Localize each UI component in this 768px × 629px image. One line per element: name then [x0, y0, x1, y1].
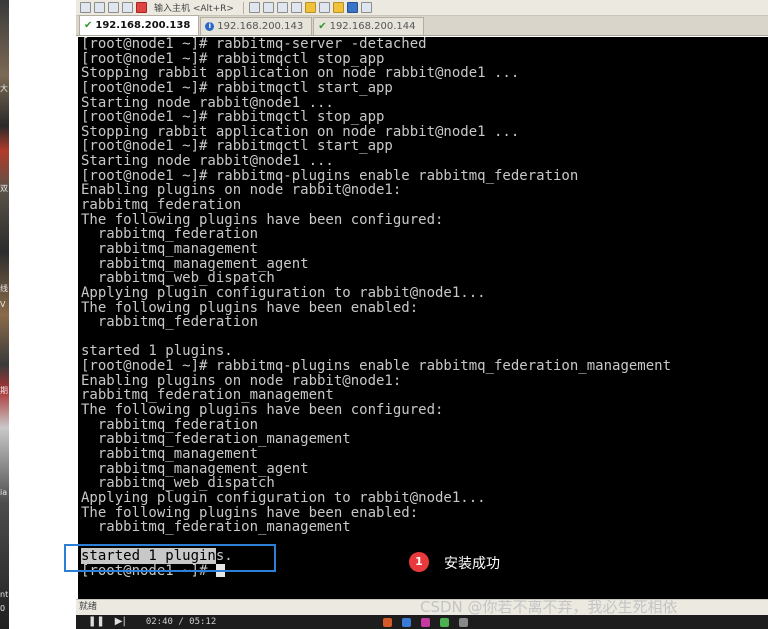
tab-session-2[interactable]: i 192.168.200.143	[200, 17, 313, 35]
terminal-line: Starting node rabbit@node1 ...	[81, 153, 334, 170]
info-icon: i	[205, 22, 215, 31]
desktop-glyph: V	[0, 300, 6, 309]
terminal-line: [root@node1 ~]# rabbitmqctl stop_app	[81, 50, 385, 67]
terminal-line: Enabling plugins on node rabbit@node1:	[81, 372, 402, 389]
terminal-line: rabbitmq_management_agent	[81, 255, 309, 272]
status-text: 就绪	[79, 602, 98, 612]
desktop-glyph: nt	[0, 590, 9, 599]
terminal-line: [root@node1 ~]# rabbitmq-plugins enable …	[81, 167, 579, 184]
terminal-lines: [root@node1 ~]# rabbitmq-server -detache…	[81, 37, 768, 549]
terminal-line: [root@node1 ~]# rabbitmq-server -detache…	[81, 37, 427, 52]
terminal-line: rabbitmq_management_agent	[81, 460, 309, 477]
session-tabs: ✔ 192.168.200.138 i 192.168.200.143 ✔ 19…	[76, 15, 768, 36]
help-icon[interactable]	[346, 2, 358, 13]
desktop-glyph: 大	[0, 84, 8, 93]
desktop-glyph: 0	[0, 604, 6, 613]
tools-icon[interactable]	[318, 2, 330, 13]
terminal-line: rabbitmq_web_dispatch	[81, 270, 275, 287]
tab-label: 192.168.200.143	[217, 21, 304, 32]
annotation-number-badge: 1	[409, 552, 429, 572]
terminal-line: Applying plugin configuration to rabbit@…	[81, 489, 486, 506]
terminal-line: rabbitmq_web_dispatch	[81, 475, 275, 492]
toolbar-separator	[242, 1, 244, 14]
app-icon[interactable]	[402, 617, 411, 627]
terminal-line: [root@node1 ~]# rabbitmq-plugins enable …	[81, 358, 672, 375]
terminal-line: rabbitmq_federation	[81, 197, 242, 214]
host-input[interactable]: 输入主机 <Alt+R>	[150, 1, 238, 14]
print-icon[interactable]	[290, 2, 302, 13]
terminal-line: [root@node1 ~]# rabbitmqctl start_app	[81, 138, 393, 155]
highlight-box	[64, 544, 276, 572]
tab-session-1[interactable]: ✔ 192.168.200.138	[79, 15, 200, 35]
key-icon[interactable]	[332, 2, 344, 13]
desktop-glyph: 线	[0, 284, 8, 293]
terminal-output[interactable]: [root@node1 ~]# rabbitmq-server -detache…	[78, 37, 768, 599]
terminal-line: rabbitmq_management	[81, 445, 259, 462]
tab-label: 192.168.200.144	[329, 21, 416, 32]
tab-session-3[interactable]: ✔ 192.168.200.144	[313, 17, 425, 35]
toolbar: 输入主机 <Alt+R>	[76, 0, 768, 16]
terminal-line: [root@node1 ~]# rabbitmqctl start_app	[81, 79, 393, 96]
terminal-line: [root@node1 ~]# rabbitmqctl stop_app	[81, 109, 385, 126]
terminal-line: The following plugins have been configur…	[81, 402, 444, 419]
terminal-line: The following plugins have been enabled:	[81, 504, 419, 521]
playback-time: 02:40 / 05:12	[145, 617, 217, 627]
terminal-line: Stopping rabbit application on node rabb…	[81, 123, 520, 140]
tab-label: 192.168.200.138	[95, 20, 191, 31]
duplicate-icon[interactable]	[122, 2, 133, 13]
terminal-line: rabbitmq_federation_management	[81, 519, 351, 536]
desktop-glyph: ia	[0, 488, 8, 497]
terminal-line: rabbitmq_federation_management	[81, 431, 351, 448]
new-session-icon[interactable]	[80, 2, 91, 13]
app-icon[interactable]	[383, 617, 392, 627]
desktop-glyph: 期	[0, 386, 8, 395]
terminal-line: rabbitmq_federation_management	[81, 387, 334, 404]
terminal-line: The following plugins have been enabled:	[81, 299, 419, 316]
annotation-text: 安装成功	[444, 556, 500, 572]
reconnect-icon[interactable]	[108, 2, 119, 13]
connected-icon: ✔	[318, 21, 327, 32]
find-icon[interactable]	[276, 2, 288, 13]
terminal-line: The following plugins have been configur…	[81, 211, 444, 228]
app-icon[interactable]	[421, 617, 430, 627]
next-icon[interactable]: ▶|	[115, 615, 126, 629]
watermark: CSDN @你若不离不弃，我必生死相依	[420, 598, 678, 616]
disconnect-icon[interactable]	[136, 2, 147, 13]
terminal-line: Applying plugin configuration to rabbit@…	[81, 284, 486, 301]
paste-icon[interactable]	[262, 2, 274, 13]
terminal-line: Enabling plugins on node rabbit@node1:	[81, 182, 402, 199]
connected-icon: ✔	[84, 20, 93, 31]
app-icon[interactable]	[440, 617, 449, 627]
pause-icon[interactable]: ❚❚	[88, 615, 105, 629]
media-player-bar: ❚❚ ▶| 02:40 / 05:12	[76, 615, 768, 629]
settings-icon[interactable]	[304, 2, 316, 13]
terminal-line: rabbitmq_management	[81, 240, 259, 257]
open-icon[interactable]	[94, 2, 105, 13]
terminal-line: rabbitmq_federation	[81, 226, 259, 243]
app-icon[interactable]	[459, 617, 468, 627]
script-icon[interactable]	[360, 2, 372, 13]
copy-icon[interactable]	[248, 2, 260, 13]
terminal-line: Starting node rabbit@node1 ...	[81, 94, 334, 111]
desktop-edge: 大 双 线 V 期 ia nt 0	[0, 0, 9, 629]
terminal-line: Stopping rabbit application on node rabb…	[81, 65, 520, 82]
terminal-line: rabbitmq_federation	[81, 314, 259, 331]
terminal-line: rabbitmq_federation	[81, 416, 259, 433]
terminal-line: started 1 plugins.	[81, 343, 233, 360]
desktop-glyph: 双	[0, 184, 8, 193]
